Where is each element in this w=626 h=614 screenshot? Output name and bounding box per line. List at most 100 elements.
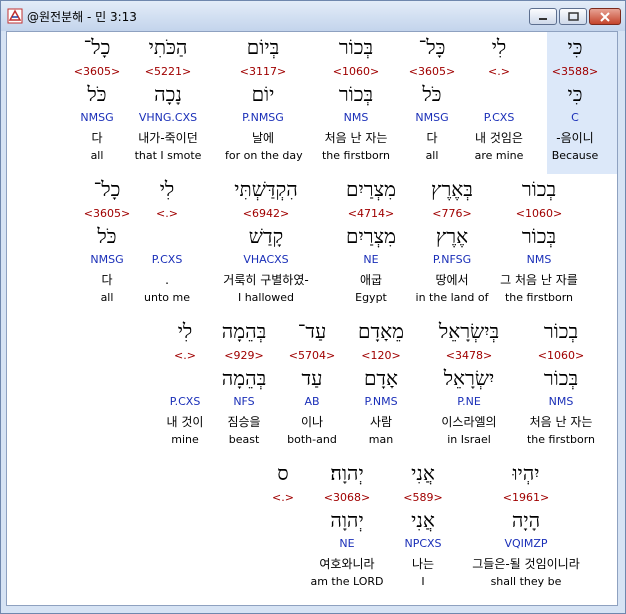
hebrew-word: כָל־ <box>93 177 121 201</box>
word-cell[interactable]: עַד־ <5704> עַד AB 이나 both-and <box>274 316 350 458</box>
hebrew-lemma: כֹּל <box>87 82 107 106</box>
korean-gloss: 그들은-될 것임이니라 <box>472 557 580 571</box>
hebrew-word: עַד־ <box>297 319 327 343</box>
english-gloss: man <box>368 433 394 446</box>
english-gloss: shall they be <box>490 575 562 588</box>
hebrew-word: לִי <box>177 319 193 343</box>
hebrew-word: כִּי <box>567 35 583 59</box>
word-cell[interactable]: אֲנִי <589> אֲנִי NPCXS 나는 I <box>385 458 461 600</box>
word-cell[interactable]: כָל־ <3605> כֹּל NMSG 다 all <box>59 32 135 174</box>
english-gloss: that I smote <box>134 149 202 162</box>
word-cell[interactable]: הַכֹּתִי <5221> נָכָה VHNG.CXS 내가-죽이던 that I … <box>130 32 206 174</box>
english-gloss: in Israel <box>447 433 491 446</box>
hebrew-lemma: אֶרֶץ <box>435 224 469 248</box>
morph-code: P.CXS <box>483 111 515 124</box>
word-cell[interactable]: כָּל־ <3605> כֹּל NMSG 다 all <box>394 32 470 174</box>
close-button[interactable] <box>589 8 621 25</box>
korean-gloss: 사람 <box>369 415 393 429</box>
morph-code: C <box>571 111 579 124</box>
strong-number: <3588> <box>551 65 599 78</box>
english-gloss: the firstborn <box>526 433 596 446</box>
korean-gloss: 이스라엘의 <box>441 415 497 429</box>
strong-number: <3605> <box>408 65 456 78</box>
hebrew-lemma: בְּכוֹר <box>338 82 374 106</box>
word-cell[interactable]: כָל־ <3605> כֹּל NMSG 다 all <box>69 174 145 316</box>
morph-code: NMSG <box>80 111 114 124</box>
morph-code: P.NMSG <box>242 111 284 124</box>
strong-number: <120> <box>361 349 401 362</box>
morph-code: P.NMS <box>364 395 398 408</box>
word-cell[interactable]: בְּיוֹם <3117> יוֹם P.NMSG 날에 for on the day <box>225 32 303 174</box>
strong-number: <5704> <box>288 349 336 362</box>
strong-number: <776> <box>432 207 472 220</box>
hebrew-lemma: עַד <box>301 366 323 390</box>
korean-gloss: 다 <box>91 131 103 145</box>
hebrew-word: הִקְדַּשְׁתִּי <box>234 177 298 201</box>
hebrew-lemma: אָדָם <box>363 366 399 390</box>
hebrew-word: מֵאָדָם <box>358 319 404 343</box>
maximize-icon <box>567 12 579 21</box>
word-cell[interactable]: לִי <.> P.CXS 내 것임은 are mine <box>461 32 537 174</box>
hebrew-word: בְכוֹר <box>521 177 557 201</box>
word-cell[interactable]: בְכוֹר <1060> בְּכוֹר NMS 그 처음 난 자를 the first… <box>479 174 599 316</box>
english-gloss: both-and <box>287 433 337 446</box>
morph-code: VHNG.CXS <box>138 111 198 124</box>
korean-gloss: 내가-죽이던 <box>138 131 198 145</box>
hebrew-lemma: בְּכוֹר <box>521 224 557 248</box>
hebrew-lemma: כֹּל <box>422 82 442 106</box>
morph-code: NMS <box>526 253 552 266</box>
hebrew-lemma: כִּי <box>567 82 583 106</box>
strong-number: <.> <box>174 349 196 362</box>
hebrew-word: בְכוֹר <box>543 319 579 343</box>
word-cell[interactable]: בְּיִשְׂרָאֵל <3478> יִשְׂרָאֵל P.NE 이스라엘의 in… <box>431 316 507 458</box>
maximize-button[interactable] <box>559 8 587 25</box>
hebrew-lemma: אֲנִי <box>411 508 435 532</box>
minimize-icon <box>539 17 547 20</box>
hebrew-word: יִהְיוּ <box>512 461 540 485</box>
interlinear-panel[interactable]: כִּי <3588> כִּי C -음이니 Because לִי <.> P.CXS 내 것… <box>6 31 618 606</box>
morph-code: NPCXS <box>404 537 442 550</box>
english-gloss: all <box>425 149 439 162</box>
hebrew-word: כָּל־ <box>418 35 446 59</box>
hebrew-lemma: יוֹם <box>251 82 275 106</box>
morph-code: VHACXS <box>243 253 289 266</box>
morph-code: NE <box>363 253 379 266</box>
word-cell[interactable]: יִהְיוּ <1961> הָיָה VQIMZP 그들은-될 것임이니라 shall… <box>466 458 586 600</box>
korean-gloss: 다 <box>426 131 438 145</box>
word-cell[interactable]: מֵאָדָם <120> אָדָם P.NMS 사람 man <box>343 316 419 458</box>
korean-gloss: 날에 <box>251 131 275 145</box>
morph-code: NMS <box>548 395 574 408</box>
english-gloss: all <box>100 291 114 304</box>
strong-number: <4714> <box>347 207 395 220</box>
hebrew-word: לִי <box>491 35 507 59</box>
hebrew-word: בְּיוֹם <box>246 35 280 59</box>
strong-number: <.> <box>488 65 510 78</box>
word-cell[interactable]: ס <.> <box>245 458 321 600</box>
word-cell[interactable]: בְּאֶרֶץ <776> אֶרֶץ P.NFSG 땅에서 in the land o… <box>414 174 490 316</box>
english-gloss: Because <box>551 149 599 162</box>
title-bar[interactable]: @원전분해 - 민 3:13 <box>1 1 625 31</box>
korean-gloss: 다 <box>101 273 113 287</box>
word-cell[interactable]: לִי <.> P.CXS 내 것이 mine <box>147 316 223 458</box>
english-gloss: the firstborn <box>504 291 574 304</box>
morph-code: AB <box>304 395 320 408</box>
strong-number: <3605> <box>73 65 121 78</box>
window-title: @원전분해 - 민 3:13 <box>27 10 137 24</box>
morph-code: P.CXS <box>169 395 201 408</box>
hebrew-word: ס <box>277 461 289 485</box>
korean-gloss: 나는 <box>411 557 435 571</box>
english-gloss: I <box>421 575 425 588</box>
korean-gloss: 땅에서 <box>435 273 469 287</box>
english-gloss: for on the day <box>225 149 303 162</box>
minimize-button[interactable] <box>529 8 557 25</box>
english-gloss: I hallowed <box>237 291 295 304</box>
word-cell[interactable]: בְכוֹר <1060> בְּכוֹר NMS 처음 난 자는 the firstbo… <box>523 316 599 458</box>
word-cell[interactable]: הִקְדַּשְׁתִּי <6942> קָדַשׁ VHACXS 거룩히 구별하였… <box>206 174 326 316</box>
close-icon <box>600 11 610 22</box>
word-cell[interactable]: מִצְרַיִם <4714> מִצְרַיִם NE 애굽 Egypt <box>333 174 409 316</box>
word-cell[interactable]: בְּכוֹר <1060> בְּכוֹר NMS 처음 난 자는 the firstb… <box>318 32 394 174</box>
word-cell[interactable]: כִּי <3588> כִּי C -음이니 Because <box>537 32 613 174</box>
korean-gloss: -음이니 <box>556 131 594 145</box>
morph-code: VQIMZP <box>504 537 548 550</box>
strong-number: <1060> <box>332 65 380 78</box>
